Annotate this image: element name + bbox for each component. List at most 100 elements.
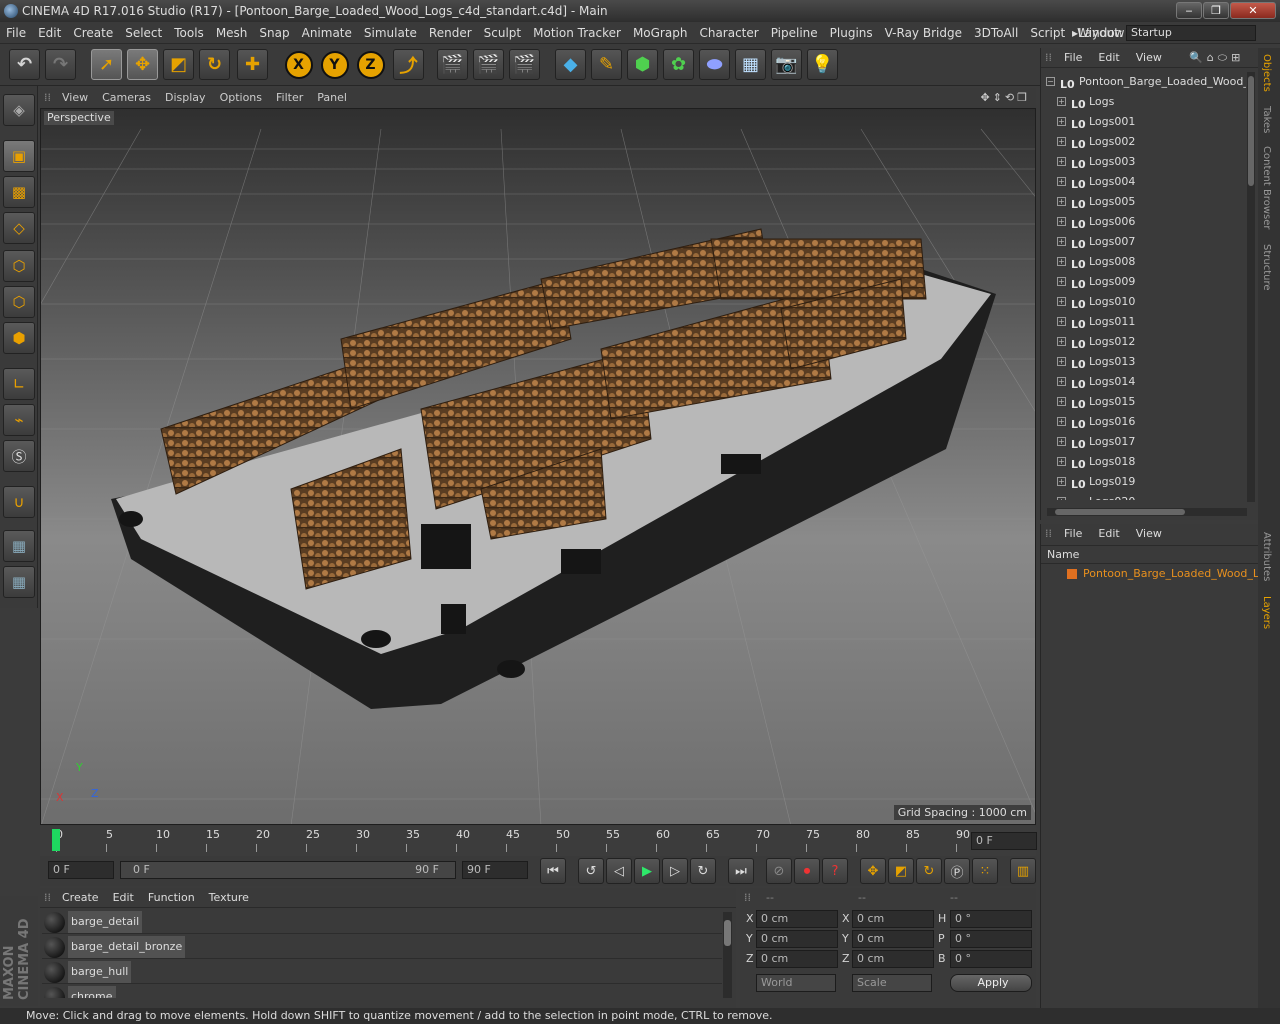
previous-key-icon[interactable]: ↺ (578, 858, 604, 884)
workplane-mode-icon[interactable]: ◇ (3, 212, 35, 244)
menu-select[interactable]: Select (119, 22, 168, 44)
position-y-field[interactable]: 0 cm (756, 930, 838, 948)
material-item[interactable]: chrome (42, 986, 722, 998)
tree-item[interactable]: +L0Logs020 (1041, 492, 1246, 500)
materials-menu-function[interactable]: Function (141, 888, 202, 908)
playhead[interactable] (52, 829, 60, 851)
render-view-icon[interactable]: 🎬 (437, 49, 468, 80)
viewport-menu-panel[interactable]: Panel (310, 88, 354, 108)
timeline-icon[interactable]: ▥ (1010, 858, 1036, 884)
tab-structure[interactable]: Structure (1261, 244, 1272, 291)
deformer-icon[interactable]: ⬬ (699, 49, 730, 80)
objects-horizontal-scrollbar[interactable] (1047, 508, 1247, 516)
polygons-mode-icon[interactable]: ⬢ (3, 322, 35, 354)
scrollbar-thumb[interactable] (724, 920, 731, 946)
tree-item[interactable]: + L0 Logs001 (1041, 112, 1246, 132)
viewport-menu-view[interactable]: View (55, 88, 95, 108)
close-button[interactable]: ✕ (1230, 2, 1276, 19)
tree-item[interactable]: + L0 Logs018 (1041, 452, 1246, 472)
go-to-start-icon[interactable]: ⏮ (540, 858, 566, 884)
key-scale-icon[interactable]: ◩ (888, 858, 914, 884)
previous-frame-icon[interactable]: ◁ (606, 858, 632, 884)
menu-mesh[interactable]: Mesh (210, 22, 254, 44)
coordinate-system-icon[interactable]: ⤴ (393, 49, 424, 80)
materials-menu-edit[interactable]: Edit (106, 888, 141, 908)
viewport-menu-cameras[interactable]: Cameras (95, 88, 158, 108)
record-keys-icon[interactable]: ⊘ (766, 858, 792, 884)
current-frame-field[interactable]: 0 F (971, 832, 1037, 850)
camera-label[interactable]: Perspective (44, 111, 114, 125)
timeline-ruler[interactable]: 051015202530354045505560657075808590 0 F (40, 826, 1037, 856)
menu-mograph[interactable]: MoGraph (627, 22, 694, 44)
tree-item[interactable]: + L0 Logs003 (1041, 152, 1246, 172)
viewport-navigation-icons[interactable]: ✥⇕⟲❐ (980, 88, 1030, 108)
objects-menu-file[interactable]: File (1056, 48, 1090, 68)
tab-takes[interactable]: Takes (1261, 106, 1272, 133)
key-pla-icon[interactable]: ⁙ (972, 858, 998, 884)
tree-item[interactable]: + L0 Logs009 (1041, 272, 1246, 292)
key-parameter-icon[interactable]: Ⓟ (944, 858, 970, 884)
tree-item[interactable]: + L0 Logs (1041, 92, 1246, 112)
tree-item[interactable]: + L0 Logs017 (1041, 432, 1246, 452)
menu-vray-bridge[interactable]: V-Ray Bridge (879, 22, 968, 44)
materials-menu-create[interactable]: Create (55, 888, 106, 908)
key-position-icon[interactable]: ✥ (860, 858, 886, 884)
size-z-field[interactable]: 0 cm (852, 950, 934, 968)
position-z-field[interactable]: 0 cm (756, 950, 838, 968)
menu-animate[interactable]: Animate (296, 22, 358, 44)
tree-item[interactable]: + L0 Logs006 (1041, 212, 1246, 232)
size-x-field[interactable]: 0 cm (852, 910, 934, 928)
live-selection-icon[interactable]: ➚ (91, 49, 122, 80)
x-axis-lock[interactable]: X (283, 49, 314, 80)
tree-item[interactable]: + L0 Logs013 (1041, 352, 1246, 372)
tree-item[interactable]: + L0 Logs016 (1041, 412, 1246, 432)
next-key-icon[interactable]: ↻ (690, 858, 716, 884)
maximize-button[interactable]: ❐ (1203, 2, 1229, 19)
start-frame-field[interactable]: 0 F (48, 861, 114, 879)
render-picture-viewer-icon[interactable]: 🎬 (473, 49, 504, 80)
model-mode-icon[interactable]: ▣ (3, 140, 35, 172)
tree-item[interactable]: + L0 Logs002 (1041, 132, 1246, 152)
layer-color-swatch[interactable] (1067, 569, 1077, 579)
objects-vertical-scrollbar[interactable] (1247, 72, 1255, 502)
render-settings-icon[interactable]: 🎬 (509, 49, 540, 80)
size-y-field[interactable]: 0 cm (852, 930, 934, 948)
tree-item[interactable]: + L0 Logs019 (1041, 472, 1246, 492)
menu-motion-tracker[interactable]: Motion Tracker (527, 22, 627, 44)
cube-primitive-icon[interactable]: ◆ (555, 49, 586, 80)
materials-menu-texture[interactable]: Texture (202, 888, 256, 908)
go-to-end-icon[interactable]: ⏭ (728, 858, 754, 884)
move-tool-icon[interactable]: ✥ (127, 49, 158, 80)
points-mode-icon[interactable]: ⬡ (3, 250, 35, 282)
z-axis-lock[interactable]: Z (355, 49, 386, 80)
menu-plugins[interactable]: Plugins (824, 22, 879, 44)
material-item[interactable]: barge_hull (42, 961, 722, 984)
layers-menu-view[interactable]: View (1128, 524, 1170, 544)
tree-item[interactable]: + L0 Logs008 (1041, 252, 1246, 272)
tree-item[interactable]: + L0 Logs011 (1041, 312, 1246, 332)
tweak-mode-icon[interactable]: ⌁ (3, 404, 35, 436)
menu-edit[interactable]: Edit (32, 22, 67, 44)
3d-viewport[interactable]: Perspective Y Z X Grid Spacing : 1000 cm (40, 108, 1036, 825)
tab-attributes[interactable]: Attributes (1261, 532, 1272, 581)
tree-item[interactable]: + L0 Logs007 (1041, 232, 1246, 252)
end-frame-field[interactable]: 90 F (462, 861, 528, 879)
material-item[interactable]: barge_detail (42, 911, 722, 934)
menu-pipeline[interactable]: Pipeline (765, 22, 824, 44)
rotate-tool-icon[interactable]: ↻ (199, 49, 230, 80)
apply-button[interactable]: Apply (950, 974, 1032, 992)
tab-objects[interactable]: Objects (1261, 54, 1272, 92)
redo-icon[interactable]: ↷ (45, 49, 76, 80)
workplane-lock-icon[interactable]: ▦ (3, 530, 35, 562)
camera-icon[interactable]: 📷 (771, 49, 802, 80)
tree-item[interactable]: + L0 Logs012 (1041, 332, 1246, 352)
next-frame-icon[interactable]: ▷ (662, 858, 688, 884)
menu-snap[interactable]: Snap (253, 22, 295, 44)
rotation-h-field[interactable]: 0 ° (950, 910, 1032, 928)
rotation-p-field[interactable]: 0 ° (950, 930, 1032, 948)
pen-spline-icon[interactable]: ✎ (591, 49, 622, 80)
planar-workplane-icon[interactable]: ▦ (3, 566, 35, 598)
menu-tools[interactable]: Tools (168, 22, 210, 44)
menu-character[interactable]: Character (693, 22, 764, 44)
undo-icon[interactable]: ↶ (9, 49, 40, 80)
